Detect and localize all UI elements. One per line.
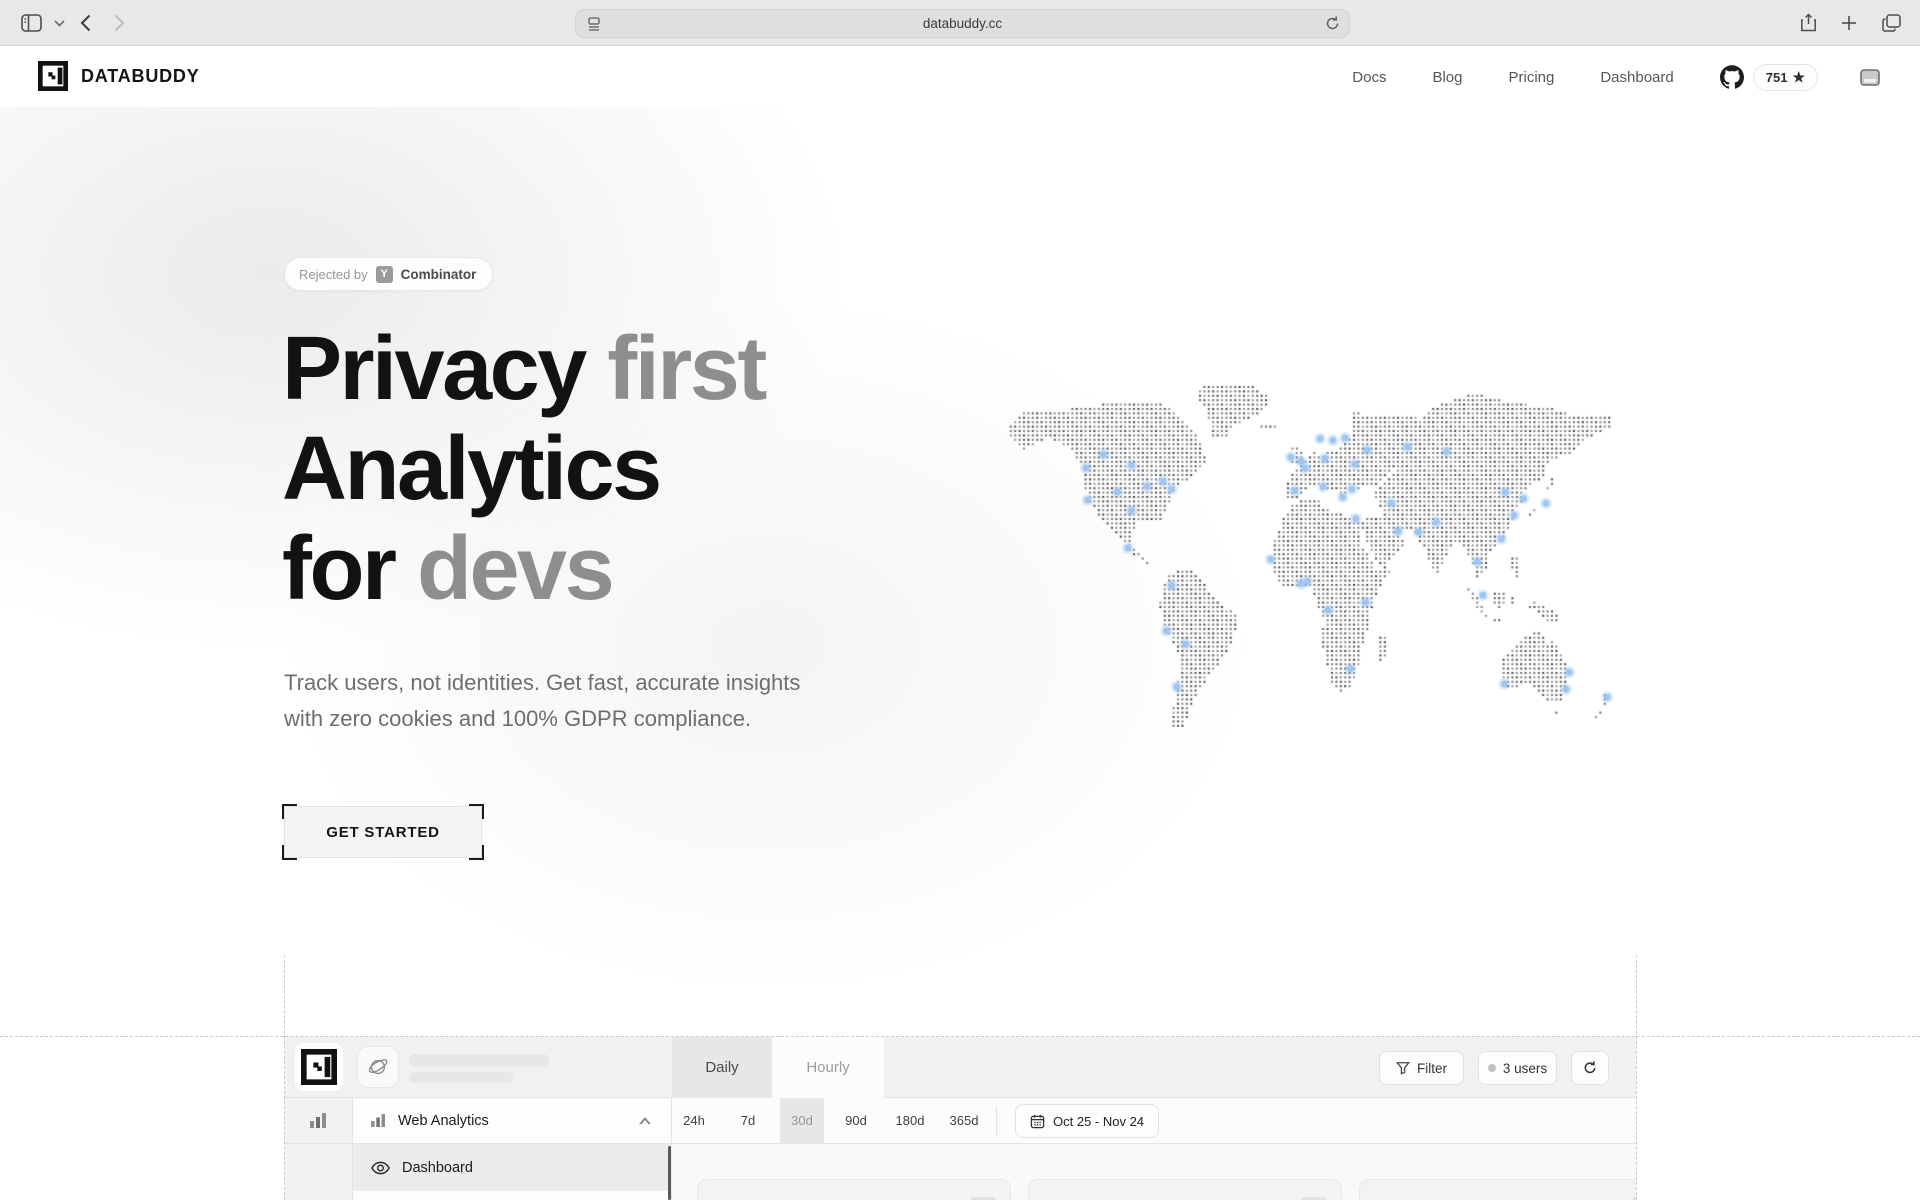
panel-header: Daily Hourly Filter 3 users [285, 1037, 1636, 1098]
tab-overview-icon[interactable] [1878, 10, 1904, 36]
corner-mark [469, 804, 484, 819]
reader-icon[interactable] [586, 16, 602, 32]
collapse-icon[interactable] [639, 1117, 651, 1124]
rejected-badge: Rejected by Y Combinator [284, 257, 493, 291]
address-bar[interactable]: databuddy.cc [575, 9, 1350, 38]
refresh-icon [1582, 1060, 1598, 1076]
tab-hourly[interactable]: Hourly [772, 1037, 884, 1098]
hero-heading: Privacy first Analytics for devs [282, 319, 765, 619]
sidebar-item-label: Dashboard [402, 1160, 473, 1176]
get-started-button[interactable]: GET STARTED [284, 806, 482, 858]
granularity-tabs: Daily Hourly [672, 1037, 884, 1098]
corner-mark [469, 845, 484, 860]
sidebar-toggle-icon[interactable] [18, 10, 44, 36]
brand-name: DATABUDDY [81, 66, 200, 87]
main-nav: Docs Blog Pricing Dashboard 751 ★ [1352, 47, 1920, 107]
databuddy-logo [38, 61, 68, 91]
nav-blog[interactable]: Blog [1432, 69, 1462, 86]
rail-analytics-icon[interactable] [285, 1098, 353, 1143]
sidebar-scrollbar[interactable] [668, 1146, 671, 1200]
badge-name: Combinator [401, 267, 477, 282]
corner-mark [282, 845, 297, 860]
section-label: Web Analytics [398, 1113, 489, 1129]
panel-logo[interactable] [295, 1043, 343, 1091]
tab-daily[interactable]: Daily [672, 1037, 772, 1098]
refresh-button[interactable] [1571, 1051, 1609, 1085]
stats-area [672, 1144, 1636, 1200]
bar-chart-icon [310, 1113, 327, 1128]
skeleton-line [409, 1072, 513, 1083]
sidebar-nav: Dashboard [353, 1144, 672, 1200]
skeleton-line [409, 1054, 549, 1067]
dashed-guide-right [1636, 955, 1637, 1200]
divider [996, 1106, 997, 1136]
planet-icon [367, 1056, 389, 1078]
users-dot-icon [1488, 1064, 1496, 1072]
dotted-world-map [1000, 385, 1620, 727]
stat-card [697, 1179, 1011, 1200]
sidebar-section-web-analytics[interactable]: Web Analytics [353, 1098, 672, 1143]
website-switcher-button[interactable] [357, 1046, 399, 1088]
back-button[interactable] [72, 10, 98, 36]
github-stars-badge[interactable]: 751 ★ [1753, 64, 1818, 91]
time-range-selector: 24h 7d 30d 90d 180d 365d Oct 25 - Nov 24 [672, 1098, 1159, 1144]
nav-pricing[interactable]: Pricing [1508, 69, 1554, 86]
dashboard-preview: Daily Hourly Filter 3 users [285, 1037, 1636, 1200]
star-icon: ★ [1792, 69, 1805, 86]
corner-mark [282, 804, 297, 819]
y-combinator-icon: Y [376, 266, 393, 283]
nav-dashboard[interactable]: Dashboard [1600, 69, 1673, 86]
panel-content: Dashboard [285, 1144, 1636, 1200]
github-icon[interactable] [1720, 65, 1744, 89]
theme-toggle-icon[interactable] [1860, 69, 1880, 86]
nav-docs[interactable]: Docs [1352, 69, 1386, 86]
stat-card [1359, 1179, 1636, 1200]
range-30d[interactable]: 30d [780, 1098, 824, 1144]
new-tab-icon[interactable] [1836, 10, 1862, 36]
range-24h[interactable]: 24h [672, 1098, 716, 1144]
hero-subtitle: Track users, not identities. Get fast, a… [284, 665, 800, 737]
rail-lower [285, 1144, 353, 1200]
panel-toolbar: Web Analytics 24h 7d 30d 90d 180d 365d O… [285, 1098, 1636, 1144]
date-range-button[interactable]: Oct 25 - Nov 24 [1015, 1104, 1159, 1138]
filter-button[interactable]: Filter [1379, 1051, 1464, 1085]
sidebar-item-dashboard[interactable]: Dashboard [353, 1144, 672, 1191]
star-count: 751 [1766, 70, 1788, 85]
reload-icon[interactable] [1324, 15, 1341, 32]
brand[interactable]: DATABUDDY [38, 61, 200, 91]
forward-button[interactable] [106, 10, 132, 36]
active-users-badge[interactable]: 3 users [1478, 1051, 1557, 1085]
calendar-icon [1030, 1114, 1045, 1129]
bar-chart-icon [371, 1114, 386, 1127]
site-header: DATABUDDY Docs Blog Pricing Dashboard 75… [0, 47, 1920, 107]
url-text: databuddy.cc [923, 16, 1002, 31]
hero-section: Rejected by Y Combinator Privacy first A… [0, 107, 1920, 1036]
range-90d[interactable]: 90d [834, 1098, 878, 1144]
stat-card [1028, 1179, 1342, 1200]
funnel-icon [1396, 1061, 1410, 1075]
chevron-down-icon[interactable] [46, 10, 72, 36]
badge-prefix: Rejected by [299, 267, 368, 282]
eye-icon [371, 1161, 390, 1175]
range-365d[interactable]: 365d [942, 1098, 986, 1144]
range-180d[interactable]: 180d [888, 1098, 932, 1144]
browser-chrome: databuddy.cc [0, 0, 1920, 46]
share-icon[interactable] [1795, 10, 1821, 36]
range-7d[interactable]: 7d [726, 1098, 770, 1144]
